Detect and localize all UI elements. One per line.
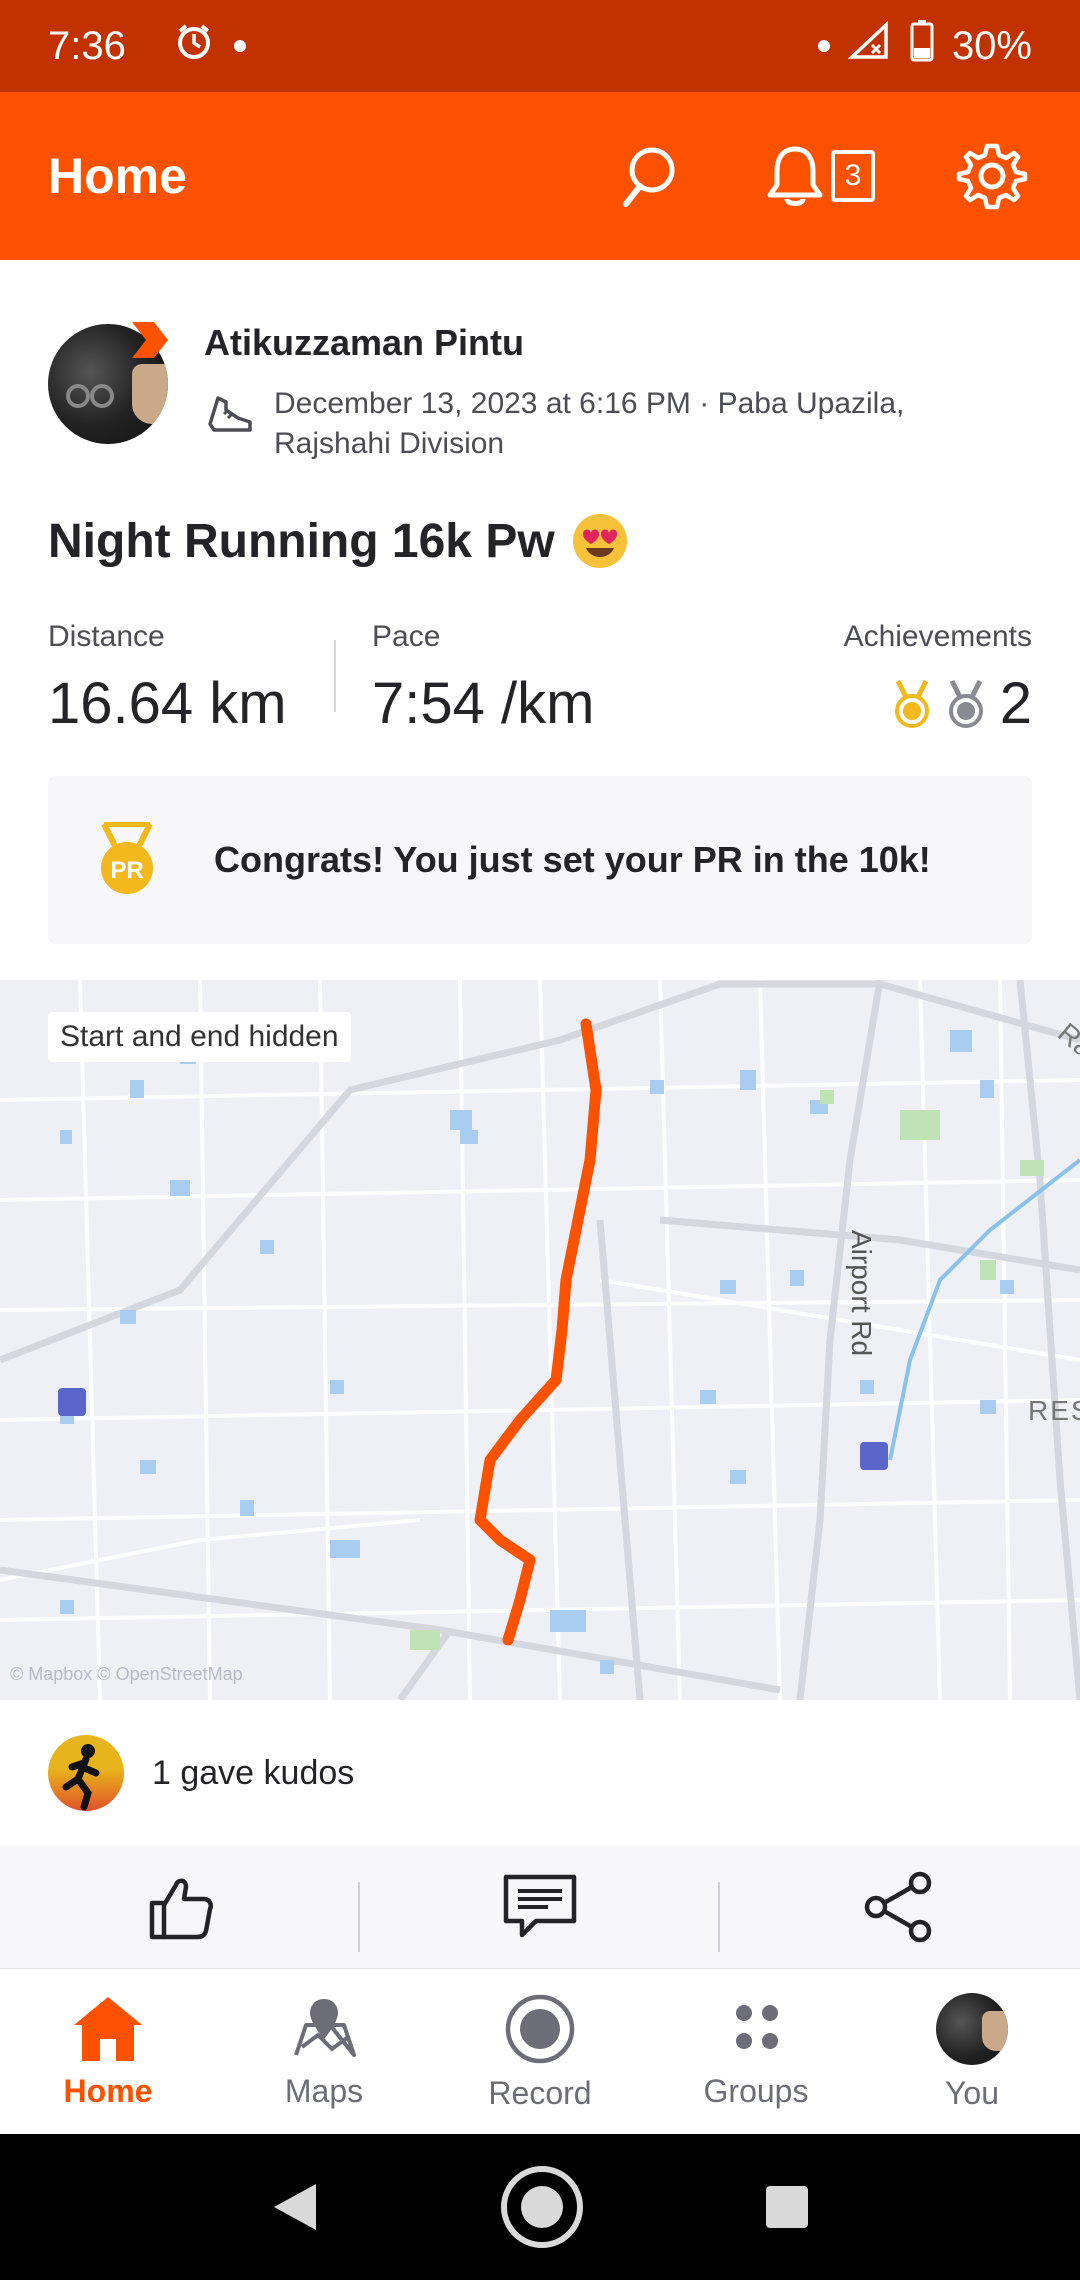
nav-record-label: Record — [488, 2074, 592, 2111]
pr-text: Congrats! You just set your PR in the 10… — [214, 839, 931, 880]
dot-icon — [233, 40, 246, 52]
kudos-button[interactable] — [0, 1846, 360, 1968]
notification-badge: 3 — [831, 150, 875, 202]
stat-achievements[interactable]: Achievements 2 — [844, 620, 1032, 737]
nav-home-label: Home — [63, 2072, 153, 2109]
notifications-button[interactable]: 3 — [760, 136, 880, 216]
pr-banner[interactable]: PR Congrats! You just set your PR in the… — [48, 776, 1032, 944]
silver-medal-icon — [948, 679, 983, 728]
dot-icon — [817, 40, 830, 52]
distance-value: 16.64 km — [48, 671, 287, 736]
area-label: RES — [1028, 1395, 1080, 1426]
activity-stats: Distance 16.64 km Pace 7:54 /km Achievem… — [48, 620, 1032, 740]
svg-text:PR: PR — [110, 857, 143, 884]
home-icon — [74, 1996, 142, 2061]
stat-distance: Distance 16.64 km — [48, 620, 287, 737]
map-pin-icon — [294, 1998, 356, 2057]
record-icon — [505, 1994, 575, 2063]
activity-title-text: Night Running 16k Pw — [48, 514, 555, 568]
search-icon — [623, 147, 675, 207]
bottom-nav: Home Maps Record Groups You — [0, 1968, 1080, 2134]
map-canvas: Airport Rd RES Ra © Mapbox © OpenStreetM… — [0, 980, 1080, 1700]
nav-maps[interactable]: Maps — [216, 1969, 432, 2135]
pace-value: 7:54 /km — [372, 671, 595, 736]
signal-icon — [847, 20, 892, 71]
subscriber-badge-icon — [132, 322, 168, 358]
activity-meta: December 13, 2023 at 6:16 PM · Paba Upaz… — [274, 387, 905, 460]
road-label: Airport Rd — [846, 1230, 877, 1356]
nav-groups[interactable]: Groups — [648, 1969, 864, 2135]
search-button[interactable] — [608, 136, 688, 216]
nav-you[interactable]: You — [864, 1969, 1080, 2135]
map-privacy-label: Start and end hidden — [48, 1012, 351, 1062]
athlete-name[interactable]: Atikuzzaman Pintu — [204, 322, 1004, 364]
battery-icon — [910, 20, 934, 72]
groups-icon — [736, 2004, 778, 2049]
system-nav-bar — [0, 2134, 1080, 2280]
comment-button[interactable] — [360, 1846, 720, 1968]
pace-label: Pace — [372, 620, 441, 653]
status-time: 7:36 — [48, 23, 126, 68]
like-icon — [149, 1878, 213, 1940]
pr-medal-icon: PR — [101, 822, 153, 894]
kudos-row[interactable]: 1 gave kudos — [0, 1700, 1080, 1846]
nav-groups-label: Groups — [703, 2072, 809, 2109]
achievements-label: Achievements — [843, 620, 1032, 653]
map-attribution: © Mapbox © OpenStreetMap — [10, 1664, 243, 1684]
nav-record[interactable]: Record — [432, 1969, 648, 2135]
divider — [334, 640, 336, 712]
settings-button[interactable] — [952, 136, 1032, 216]
activity-map[interactable]: Airport Rd RES Ra © Mapbox © OpenStreetM… — [0, 980, 1080, 1700]
nav-maps-label: Maps — [284, 2072, 364, 2109]
alarm-icon — [174, 21, 214, 71]
comment-icon — [503, 1874, 577, 1938]
social-action-bar — [0, 1846, 1080, 1968]
profile-avatar — [936, 1992, 1008, 2065]
shoe-icon — [208, 396, 252, 432]
heart-eyes-emoji — [572, 514, 627, 568]
share-icon — [864, 1871, 932, 1943]
battery-level: 30% — [951, 23, 1032, 68]
stat-pace: Pace 7:54 /km — [372, 620, 594, 737]
share-button[interactable] — [720, 1846, 1080, 1968]
status-bar: 7:36 30% — [0, 0, 1080, 92]
achievements-count: 2 — [999, 671, 1032, 736]
app-bar: Home 3 — [0, 92, 1080, 260]
kudos-text[interactable]: 1 gave kudos — [152, 1754, 354, 1793]
page-title: Home — [48, 148, 187, 204]
home-nav-icon[interactable] — [499, 2164, 585, 2250]
bell-icon — [767, 146, 823, 206]
gear-icon — [956, 143, 1028, 210]
back-icon[interactable] — [270, 2180, 320, 2234]
gold-medal-icon — [894, 679, 929, 728]
kudos-avatar[interactable] — [48, 1735, 124, 1811]
nav-home[interactable]: Home — [0, 1969, 216, 2135]
activity-title[interactable]: Night Running 16k Pw — [48, 512, 629, 570]
recents-icon[interactable] — [764, 2184, 810, 2230]
distance-label: Distance — [48, 620, 165, 653]
nav-you-label: You — [945, 2074, 999, 2111]
